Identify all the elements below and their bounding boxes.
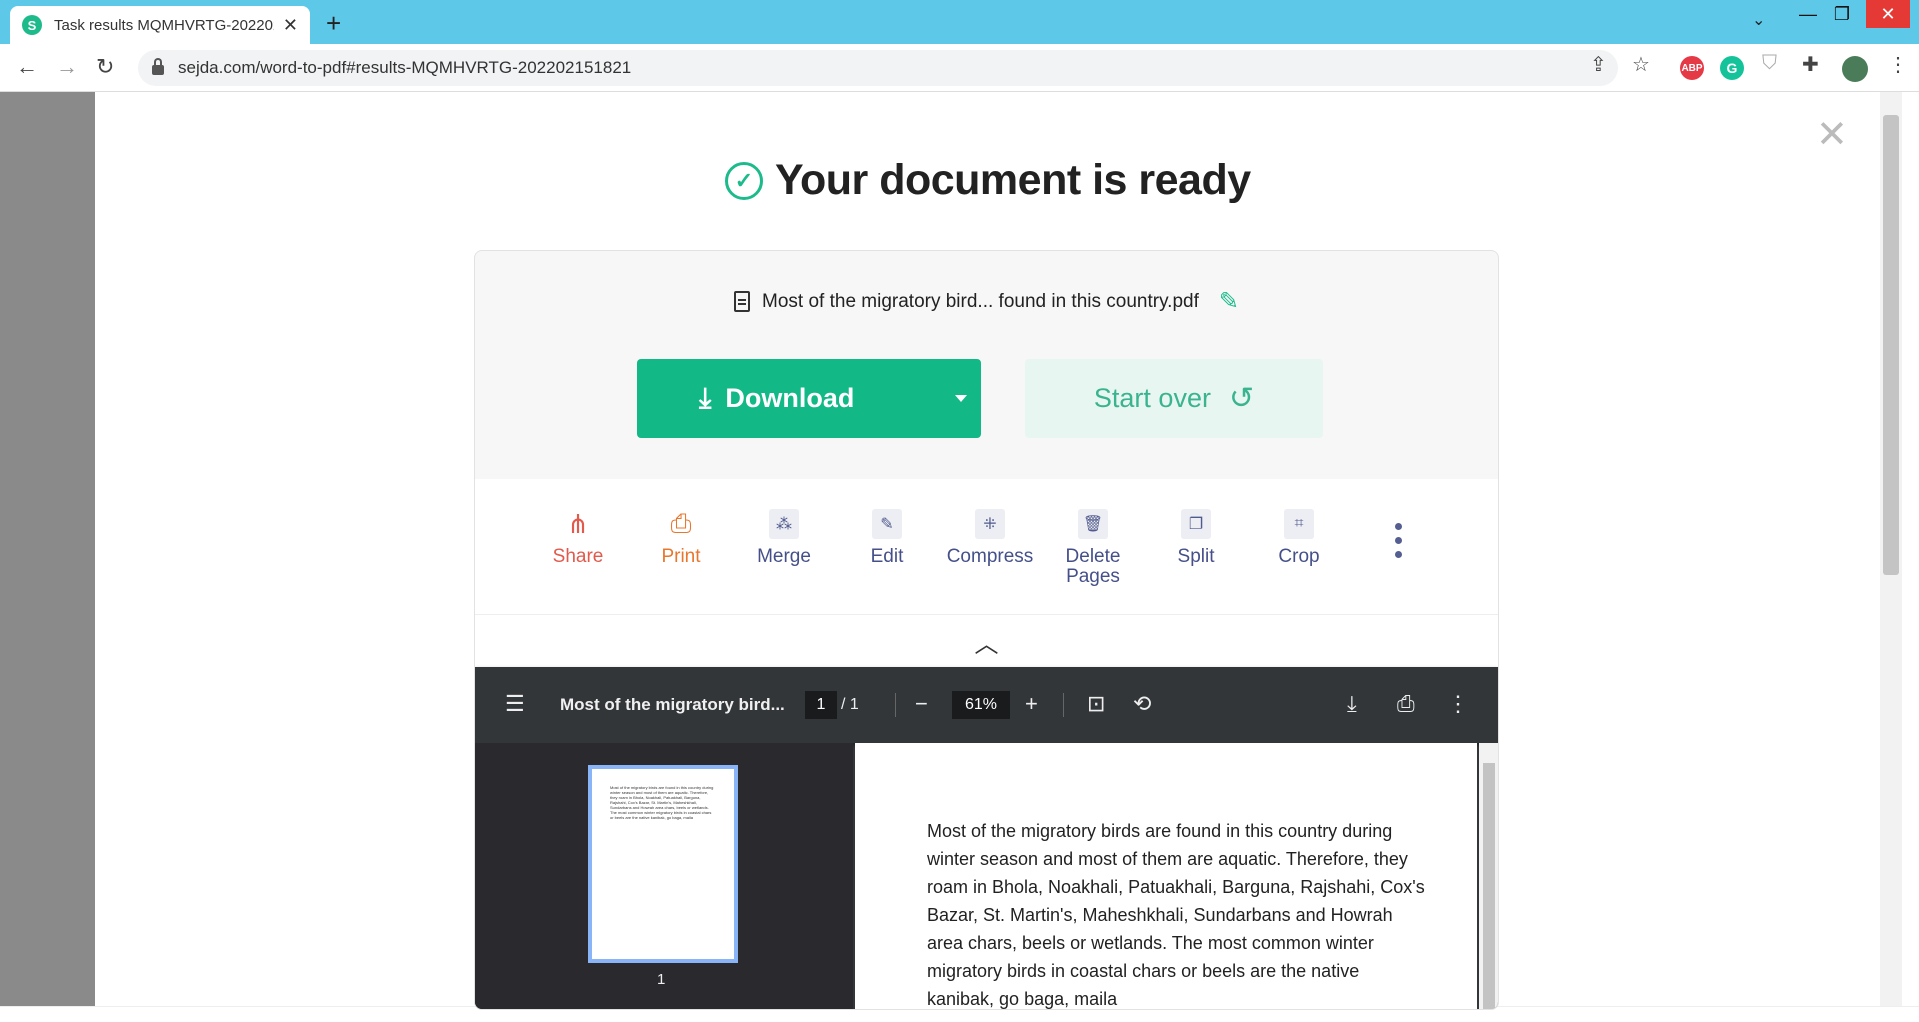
page-scrollbar[interactable]	[1880, 92, 1902, 1006]
pdf-download-icon[interactable]: ⤓	[1347, 691, 1357, 717]
sejda-favicon-icon: S	[22, 15, 42, 35]
edit-tool-label: Edit	[870, 546, 904, 567]
undo-circle-icon: ↺	[1228, 382, 1255, 415]
lock-icon	[152, 58, 164, 75]
split-tool-button[interactable]: ❐ Split	[1146, 509, 1246, 567]
address-bar[interactable]: sejda.com/word-to-pdf#results-MQMHVRTG-2…	[138, 50, 1618, 86]
page-left-backdrop	[0, 92, 95, 1006]
page-scrollbar-thumb[interactable]	[1883, 115, 1899, 575]
adblock-extension-icon[interactable]: ABP	[1680, 56, 1704, 80]
edit-tool-button[interactable]: ✎ Edit	[837, 509, 937, 567]
merge-tool-label: Merge	[757, 546, 811, 567]
check-circle-icon: ✓	[725, 161, 763, 200]
share-tool-button[interactable]: ⋔ Share	[528, 509, 628, 567]
shield-extension-icon[interactable]: ⛉	[1762, 52, 1777, 75]
browser-menu-icon[interactable]: ⋮	[1888, 52, 1908, 77]
crop-icon: ⌗	[1284, 509, 1314, 539]
hamburger-menu-icon[interactable]: ☰	[505, 691, 525, 717]
zoom-input[interactable]: 61%	[952, 691, 1010, 719]
pdf-page: Most of the migratory birds are found in…	[855, 743, 1477, 1009]
crop-tool-button[interactable]: ⌗ Crop	[1249, 509, 1349, 567]
bookmark-star-icon[interactable]: ☆	[1632, 52, 1650, 77]
pdf-scrollbar[interactable]	[1479, 743, 1498, 1009]
printer-icon: ⎙	[670, 508, 692, 538]
download-dropdown-caret-icon[interactable]	[955, 395, 967, 402]
pdf-print-icon[interactable]: ⎙	[1397, 691, 1415, 717]
tab-close-icon[interactable]: ✕	[283, 15, 298, 36]
share-icon: ⋔	[567, 508, 589, 539]
download-arrow-icon: ⤓	[699, 382, 712, 413]
compress-icon: ⁜	[975, 509, 1005, 539]
grammarly-extension-icon[interactable]: G	[1720, 56, 1744, 80]
result-card: Most of the migratory bird... found in t…	[474, 250, 1499, 1010]
share-tool-label: Share	[552, 546, 604, 567]
filename-text: Most of the migratory bird... found in t…	[762, 290, 1199, 312]
browser-tab-strip: S Task results MQMHVRTG-20220215 ✕ + ⌄ —…	[0, 0, 1919, 44]
back-arrow-icon[interactable]: ←	[16, 54, 38, 80]
toolbar-divider	[895, 693, 896, 717]
print-tool-label: Print	[661, 546, 701, 567]
browser-tab[interactable]: S Task results MQMHVRTG-20220215 ✕	[10, 6, 310, 44]
delete-pages-tool-button[interactable]: 🗑 Delete Pages	[1043, 509, 1143, 587]
thumbnail-text: Most of the migratory birds are found in…	[610, 785, 714, 820]
page-total: / 1	[841, 696, 859, 713]
url-text: sejda.com/word-to-pdf#results-MQMHVRTG-2…	[178, 58, 632, 77]
pdf-scrollbar-thumb[interactable]	[1483, 763, 1495, 1009]
print-tool-button[interactable]: ⎙ Print	[631, 508, 731, 567]
tab-search-chevron-icon[interactable]: ⌄	[1752, 10, 1765, 30]
filename-row: Most of the migratory bird... found in t…	[475, 287, 1498, 316]
more-tools-icon[interactable]	[1395, 523, 1405, 565]
pdf-body-text: Most of the migratory birds are found in…	[927, 821, 1425, 1009]
download-button[interactable]: ⤓ Download	[637, 359, 981, 438]
trash-icon: 🗑	[1078, 509, 1108, 539]
split-icon: ❐	[1181, 509, 1211, 539]
download-label: Download	[725, 383, 855, 413]
ready-heading: Your document is ready	[775, 156, 1251, 204]
new-tab-icon[interactable]: +	[326, 8, 341, 39]
page-title: ✓ Your document is ready	[725, 156, 1251, 205]
zoom-in-icon[interactable]: +	[1025, 691, 1038, 717]
start-over-button[interactable]: Start over ↺	[1025, 359, 1323, 438]
thumbnail-sidebar: Most of the migratory birds are found in…	[475, 743, 853, 1009]
document-icon	[734, 291, 751, 312]
tab-title: Task results MQMHVRTG-20220215	[54, 16, 274, 34]
reload-icon[interactable]: ↻	[96, 54, 114, 80]
merge-tool-button[interactable]: ⁂ Merge	[734, 509, 834, 567]
pdf-viewer: ☰ Most of the migratory bird... 1 / 1 − …	[475, 667, 1498, 1009]
extensions-puzzle-icon[interactable]: ✚	[1802, 52, 1819, 77]
zoom-out-icon[interactable]: −	[915, 691, 928, 717]
delete-pages-tool-label: Delete Pages	[1065, 546, 1121, 587]
fit-page-icon[interactable]: ⊡	[1087, 691, 1105, 717]
toolbar-divider	[1063, 693, 1064, 717]
pdf-viewer-toolbar: ☰ Most of the migratory bird... 1 / 1 − …	[475, 667, 1498, 743]
close-dialog-icon[interactable]: ✕	[1816, 112, 1848, 157]
collapse-chevron-up-icon[interactable]: ︿	[475, 614, 1498, 668]
tools-row: ⋔ Share ⎙ Print ⁂ Merge ✎ Edit ⁜ Compres…	[475, 479, 1498, 614]
start-over-label: Start over	[1093, 383, 1211, 413]
pdf-doc-title: Most of the migratory bird...	[560, 695, 785, 714]
profile-avatar[interactable]	[1842, 56, 1868, 82]
pencil-icon: ✎	[872, 509, 902, 539]
share-page-icon[interactable]: ⇪	[1590, 52, 1607, 77]
restore-button[interactable]: ❐	[1820, 0, 1864, 28]
page-thumbnail[interactable]: Most of the migratory birds are found in…	[588, 765, 738, 963]
rotate-icon[interactable]: ⟲	[1133, 691, 1151, 717]
rename-pencil-icon[interactable]: ✎	[1219, 287, 1239, 316]
close-window-button[interactable]: ✕	[1866, 0, 1910, 28]
thumbnail-page-number: 1	[657, 971, 666, 988]
compress-tool-button[interactable]: ⁜ Compress	[940, 509, 1040, 567]
compress-tool-label: Compress	[946, 546, 1034, 567]
crop-tool-label: Crop	[1278, 546, 1320, 567]
address-toolbar: ← → ↻ sejda.com/word-to-pdf#results-MQMH…	[0, 44, 1919, 92]
merge-icon: ⁂	[769, 509, 799, 539]
page-number-input[interactable]: 1	[805, 691, 837, 719]
pdf-more-icon[interactable]: ⋮	[1447, 691, 1469, 717]
forward-arrow-icon[interactable]: →	[56, 54, 78, 80]
split-tool-label: Split	[1177, 546, 1215, 567]
